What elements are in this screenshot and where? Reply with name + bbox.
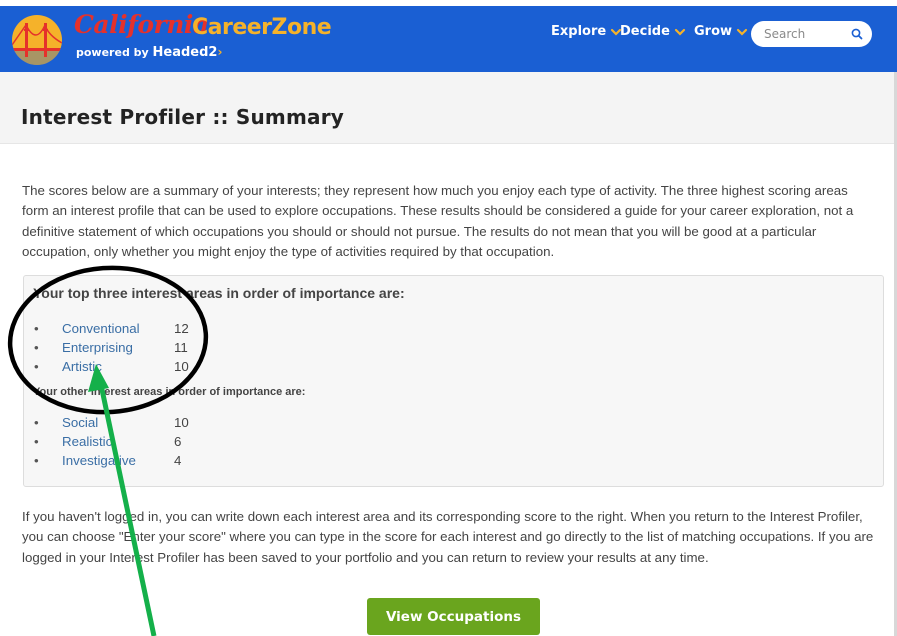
bullet: •: [34, 359, 39, 374]
scores-panel: Your top three interest areas in order o…: [23, 275, 884, 487]
area-link-social[interactable]: Social: [62, 413, 98, 432]
bullet: •: [34, 434, 39, 449]
view-occupations-button[interactable]: View Occupations: [367, 598, 540, 635]
site-header: California CareerZone powered by Headed2…: [0, 6, 897, 72]
other-areas-heading: Your other interest areas in order of im…: [33, 386, 306, 398]
outro-paragraph: If you haven't logged in, you can write …: [22, 509, 874, 565]
area-score: 6: [174, 434, 182, 449]
area-score: 12: [174, 321, 189, 336]
area-score: 10: [174, 415, 189, 430]
title-band: Interest Profiler :: Summary: [0, 72, 894, 144]
area-link-realistic[interactable]: Realistic: [62, 432, 112, 451]
bullet: •: [34, 453, 39, 468]
area-link-investigative[interactable]: Investigative: [62, 451, 136, 470]
area-score: 10: [174, 359, 189, 374]
chevron-down-icon: [674, 28, 686, 36]
bullet: •: [34, 340, 39, 355]
powered-by-label: powered by: [76, 46, 149, 59]
brand-careerzone[interactable]: CareerZone: [192, 15, 332, 40]
search-input[interactable]: [764, 25, 844, 43]
nav-grow-label: Grow: [694, 24, 733, 39]
powered-by: powered by Headed2›: [76, 45, 222, 60]
area-score: 4: [174, 453, 182, 468]
nav-decide[interactable]: Decide: [620, 24, 686, 39]
search-icon[interactable]: [851, 28, 863, 40]
bullet: •: [34, 321, 39, 336]
chevron-down-icon: [736, 28, 748, 36]
area-score: 11: [174, 340, 188, 355]
search-box: [751, 21, 872, 47]
top-areas-heading: Your top three interest areas in order o…: [33, 285, 405, 301]
brand-california[interactable]: California: [74, 10, 209, 39]
area-link-artistic[interactable]: Artistic: [62, 357, 102, 376]
area-link-enterprising[interactable]: Enterprising: [62, 338, 133, 357]
headed2-brand[interactable]: Headed2: [153, 45, 218, 60]
nav-explore-label: Explore: [551, 24, 607, 39]
headed2-chevron-icon: ›: [217, 45, 223, 59]
golden-gate-bridge-icon[interactable]: [12, 15, 62, 65]
nav-explore[interactable]: Explore: [551, 24, 622, 39]
bullet: •: [34, 415, 39, 430]
page-title: Interest Profiler :: Summary: [21, 105, 345, 129]
area-link-conventional[interactable]: Conventional: [62, 319, 140, 338]
intro-paragraph: The scores below are a summary of your i…: [22, 183, 854, 259]
nav-grow[interactable]: Grow: [694, 24, 748, 39]
nav-decide-label: Decide: [620, 24, 670, 39]
